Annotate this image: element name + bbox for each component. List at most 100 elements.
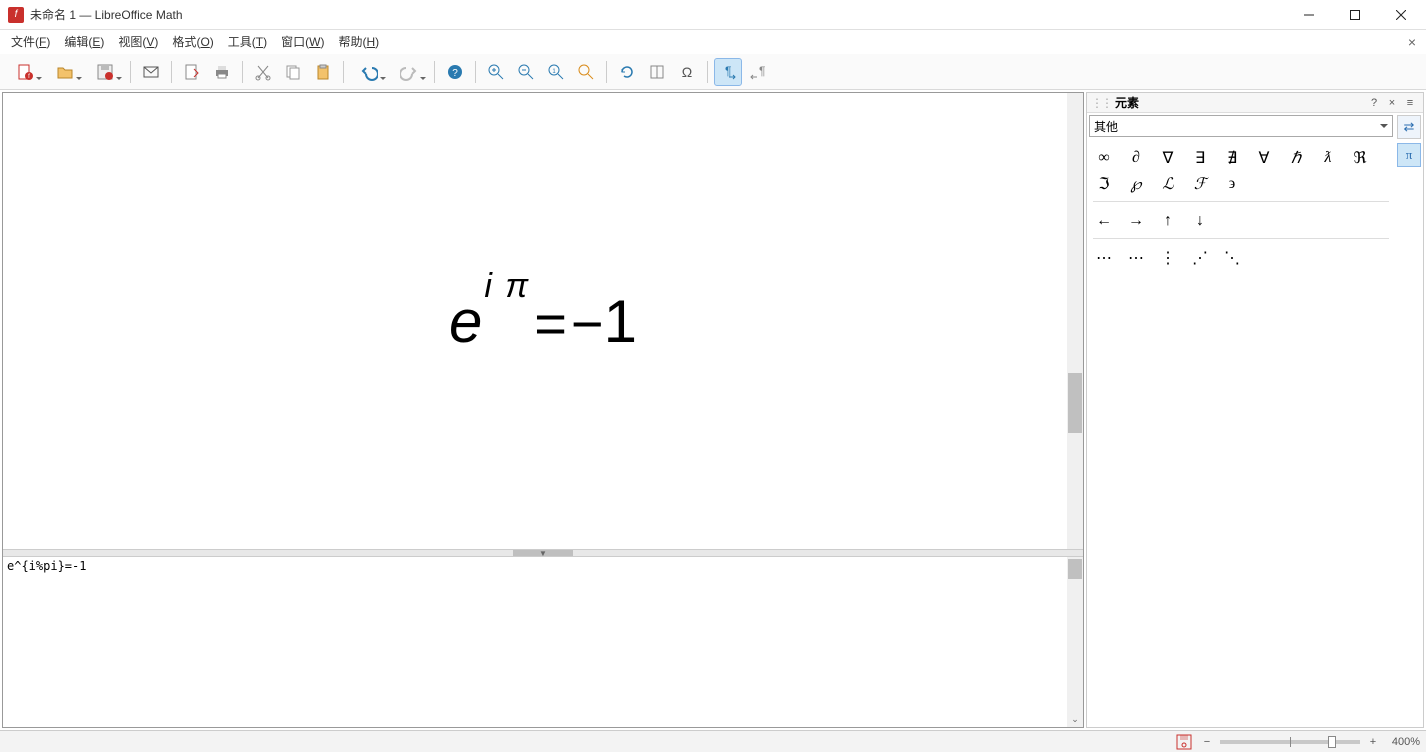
svg-text:Ω: Ω bbox=[682, 64, 692, 80]
scroll-down-icon[interactable]: ⌄ bbox=[1067, 711, 1083, 727]
close-button[interactable] bbox=[1378, 0, 1424, 30]
splitter-grip-icon: ▼ bbox=[513, 550, 573, 556]
preview-scrollbar[interactable] bbox=[1067, 93, 1083, 549]
refresh-button[interactable] bbox=[613, 58, 641, 86]
element-dots-axis[interactable]: ⋯ bbox=[1127, 249, 1145, 267]
element-backepsilon[interactable]: ϶ bbox=[1223, 175, 1241, 193]
category-select[interactable]: 其他 bbox=[1089, 115, 1393, 137]
zoom-slider-tick bbox=[1290, 737, 1291, 747]
titlebar: f 未命名 1 — LibreOffice Math bbox=[0, 0, 1426, 30]
zoom-slider[interactable] bbox=[1220, 740, 1360, 744]
formula-base: e bbox=[449, 287, 482, 356]
sidebar-tab-strip: ⇄ π bbox=[1395, 113, 1423, 727]
element-dots-up[interactable]: ⋰ bbox=[1191, 249, 1209, 267]
element-laplace[interactable]: ℒ bbox=[1159, 175, 1177, 193]
help-button[interactable]: ? bbox=[441, 58, 469, 86]
svg-text:¶: ¶ bbox=[725, 64, 731, 78]
zoom-in-button[interactable] bbox=[482, 58, 510, 86]
menu-file[interactable]: 文件(F) bbox=[4, 30, 57, 54]
paste-button[interactable] bbox=[309, 58, 337, 86]
element-forall[interactable]: ∀ bbox=[1255, 149, 1273, 167]
menu-view[interactable]: 视图(V) bbox=[111, 30, 165, 54]
redo-button[interactable] bbox=[390, 58, 428, 86]
editor-scroll-thumb[interactable] bbox=[1068, 559, 1082, 579]
panel-close-icon[interactable]: × bbox=[1383, 97, 1401, 109]
app-icon: f bbox=[8, 7, 24, 23]
element-partial[interactable]: ∂ bbox=[1127, 149, 1145, 167]
element-row: ← → ↑ ↓ bbox=[1093, 201, 1389, 234]
rtl-button[interactable]: ¶ bbox=[744, 58, 772, 86]
toolbar-separator bbox=[606, 61, 607, 83]
new-button[interactable]: f bbox=[6, 58, 44, 86]
ltr-button[interactable]: ¶ bbox=[714, 58, 742, 86]
menu-edit[interactable]: 编辑(E) bbox=[57, 30, 111, 54]
category-value: 其他 bbox=[1094, 118, 1118, 135]
element-im[interactable]: ℑ bbox=[1095, 175, 1113, 193]
statusbar-save-icon[interactable] bbox=[1176, 734, 1192, 750]
sidebar-elements-icon[interactable]: π bbox=[1397, 143, 1421, 167]
panel-help-icon[interactable]: ? bbox=[1365, 97, 1383, 109]
toolbar: f ? 1 Ω ¶ ¶ bbox=[0, 54, 1426, 90]
element-arrow-up[interactable]: ↑ bbox=[1159, 212, 1177, 230]
element-infinity[interactable]: ∞ bbox=[1095, 149, 1113, 167]
element-re[interactable]: ℜ bbox=[1351, 149, 1369, 167]
element-fourier[interactable]: ℱ bbox=[1191, 175, 1209, 193]
element-arrow-left[interactable]: ← bbox=[1095, 212, 1113, 230]
rendered-formula: e i π = − 1 bbox=[449, 287, 637, 356]
zoom-in-status[interactable]: + bbox=[1366, 736, 1380, 748]
element-lambdabar[interactable]: ƛ bbox=[1319, 149, 1337, 167]
toolbar-separator bbox=[707, 61, 708, 83]
editor-scrollbar[interactable]: ⌃ ⌄ bbox=[1067, 557, 1083, 727]
workspace: e i π = − 1 ▼ ⌃ ⌄ bbox=[0, 90, 1426, 730]
minimize-button[interactable] bbox=[1286, 0, 1332, 30]
formula-input[interactable] bbox=[3, 557, 1067, 727]
panel-menu-icon[interactable]: ≡ bbox=[1401, 97, 1419, 109]
elements-body: 其他 ∞ ∂ ∇ ∃ ∄ ∀ ℏ ƛ ℜ bbox=[1087, 113, 1423, 727]
export-pdf-button[interactable] bbox=[178, 58, 206, 86]
formula-equals: = bbox=[534, 291, 567, 356]
symbols-button[interactable]: Ω bbox=[673, 58, 701, 86]
menu-format[interactable]: 格式(O) bbox=[165, 30, 220, 54]
zoom-out-button[interactable] bbox=[512, 58, 540, 86]
cut-button[interactable] bbox=[249, 58, 277, 86]
save-button[interactable] bbox=[86, 58, 124, 86]
zoom-slider-thumb[interactable] bbox=[1328, 736, 1336, 748]
menu-help[interactable]: 帮助(H) bbox=[331, 30, 386, 54]
maximize-button[interactable] bbox=[1332, 0, 1378, 30]
print-button[interactable] bbox=[208, 58, 236, 86]
zoom-100-button[interactable]: 1 bbox=[542, 58, 570, 86]
element-wp[interactable]: ℘ bbox=[1127, 175, 1145, 193]
element-dots-low[interactable]: ⋯ bbox=[1095, 249, 1113, 267]
undo-button[interactable] bbox=[350, 58, 388, 86]
toolbar-separator bbox=[434, 61, 435, 83]
statusbar: − + 400% bbox=[0, 730, 1426, 752]
zoom-out-status[interactable]: − bbox=[1200, 736, 1214, 748]
menu-tools[interactable]: 工具(T) bbox=[221, 30, 274, 54]
zoom-level[interactable]: 400% bbox=[1380, 736, 1422, 748]
element-notexists[interactable]: ∄ bbox=[1223, 149, 1241, 167]
open-button[interactable] bbox=[46, 58, 84, 86]
element-arrow-down[interactable]: ↓ bbox=[1191, 212, 1209, 230]
svg-text:1: 1 bbox=[552, 69, 556, 75]
sidebar-properties-icon[interactable]: ⇄ bbox=[1397, 115, 1421, 139]
preview-scroll-thumb[interactable] bbox=[1068, 373, 1082, 433]
svg-text:¶: ¶ bbox=[759, 64, 765, 78]
copy-button[interactable] bbox=[279, 58, 307, 86]
element-dots-vert[interactable]: ⋮ bbox=[1159, 249, 1177, 267]
menubar-close-icon[interactable]: × bbox=[1402, 34, 1422, 50]
panel-grip-icon[interactable]: ⋮⋮ bbox=[1091, 96, 1111, 110]
svg-text:?: ? bbox=[452, 68, 458, 79]
zoom-fit-button[interactable] bbox=[572, 58, 600, 86]
element-nabla[interactable]: ∇ bbox=[1159, 149, 1177, 167]
formula-preview[interactable]: e i π = − 1 bbox=[3, 93, 1083, 549]
splitter[interactable]: ▼ bbox=[3, 549, 1083, 557]
element-hbar[interactable]: ℏ bbox=[1287, 149, 1305, 167]
element-dots-down[interactable]: ⋱ bbox=[1223, 249, 1241, 267]
element-exists[interactable]: ∃ bbox=[1191, 149, 1209, 167]
menu-window[interactable]: 窗口(W) bbox=[274, 30, 331, 54]
mail-button[interactable] bbox=[137, 58, 165, 86]
panel-title: 元素 bbox=[1115, 94, 1139, 111]
element-arrow-right[interactable]: → bbox=[1127, 212, 1145, 230]
formula-cursor-button[interactable] bbox=[643, 58, 671, 86]
toolbar-separator bbox=[171, 61, 172, 83]
